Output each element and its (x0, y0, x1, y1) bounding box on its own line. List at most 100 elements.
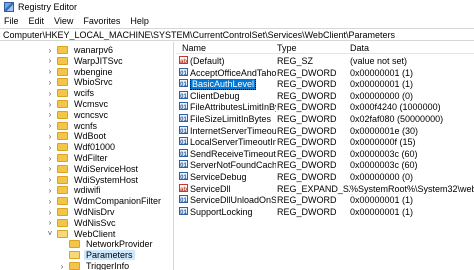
tree-item-label: WdiServiceHost (74, 163, 139, 174)
chevron-right-icon[interactable]: › (46, 132, 54, 141)
tree-item-label: WdiSystemHost (74, 174, 139, 185)
tree-item-label: TriggerInfo (86, 261, 130, 270)
menu-favorites[interactable]: Favorites (83, 16, 120, 26)
tree-item-label: wdiwifi (74, 185, 101, 196)
value-data: 0x00000000 (0) (350, 90, 414, 101)
tree-item-label: WbioSrvc (74, 77, 113, 88)
value-row[interactable]: 01ServiceDllUnloadOnStopREG_DWORD 0x00000… (176, 195, 474, 207)
key-tree: › wanarpv6 › WarpJITSvc › wbengine › WbioSrvc › w… (0, 42, 174, 270)
value-name: FileAttributesLimitInBytes (190, 102, 276, 113)
value-name: ClientDebug (190, 90, 240, 101)
value-name: ServiceDebug (190, 172, 247, 182)
binary-value-icon: 01 (179, 160, 188, 169)
chevron-right-icon[interactable]: › (46, 175, 54, 184)
menu-edit[interactable]: Edit (29, 16, 45, 26)
tree-item[interactable]: › TriggerInfo (58, 260, 131, 270)
value-data: (value not set) (350, 56, 408, 66)
tree-item-label: Parameters (84, 250, 135, 261)
tree-item-label: wcifs (74, 88, 94, 99)
value-name: FileSizeLimitInBytes (190, 114, 272, 124)
value-row[interactable]: ab (Default) REG_SZ (value not set) (176, 56, 474, 68)
value-type: REG_DWORD (277, 102, 337, 113)
chevron-right-icon[interactable]: › (46, 186, 54, 195)
binary-value-icon: 01 (179, 102, 188, 111)
menu-view[interactable]: View (54, 16, 73, 26)
tree-item-label: WebClient (74, 228, 116, 239)
window-title: Registry Editor (18, 2, 78, 12)
value-type: REG_DWORD (277, 67, 337, 78)
menu-file[interactable]: File (4, 16, 19, 26)
menu-help[interactable]: Help (130, 16, 149, 26)
folder-icon (57, 110, 68, 119)
chevron-right-icon[interactable]: › (46, 208, 54, 217)
chevron-down-icon[interactable]: ˅ (46, 229, 54, 238)
column-data[interactable]: Data (350, 43, 369, 53)
value-type: REG_DWORD (277, 79, 337, 90)
selected-value-name: BasicAuthLevel (190, 79, 257, 91)
value-row[interactable]: 01AcceptOfficeAndTahoe...REG_DWORD 0x0000… (176, 67, 474, 80)
chevron-right-icon[interactable]: › (58, 262, 66, 270)
value-type: REG_DWORD (277, 137, 337, 148)
chevron-right-icon[interactable]: › (46, 218, 54, 227)
value-data: 0x0000003c (60) (350, 148, 418, 159)
value-data: 0x000f4240 (1000000) (350, 102, 441, 113)
tree-item-label: WdmCompanionFilter (74, 196, 162, 207)
column-name[interactable]: Name (182, 43, 206, 53)
folder-icon (69, 251, 80, 260)
value-name: SendReceiveTimeoutInS... (190, 148, 276, 159)
chevron-right-icon[interactable]: › (46, 121, 54, 130)
value-type: REG_DWORD (277, 90, 337, 101)
binary-value-icon: 01 (179, 114, 188, 123)
value-row[interactable]: 01ServerNotFoundCacheL...REG_DWORD 0x0000… (176, 160, 474, 172)
value-type: REG_SZ (277, 56, 314, 66)
title-bar: Registry Editor (0, 0, 474, 14)
tree-item-label: WdFilter (74, 153, 108, 163)
tree-item-label: wcncsvc (74, 109, 109, 120)
chevron-right-icon[interactable]: › (46, 67, 54, 76)
address-bar[interactable]: Computer\HKEY_LOCAL_MACHINE\SYSTEM\Curre… (0, 28, 474, 41)
value-name: ServiceDll (190, 183, 231, 194)
folder-icon (57, 175, 68, 184)
folder-icon (57, 100, 68, 108)
chevron-right-icon[interactable]: › (46, 143, 54, 152)
value-row[interactable]: 01 ClientDebug REG_DWORD 0x00000000 (0) (176, 90, 474, 103)
value-row[interactable]: ab ServiceDll REG_EXPAND_SZ %SystemRoot%\Sy… (176, 183, 474, 196)
folder-icon (57, 121, 68, 130)
value-row[interactable]: 01SendReceiveTimeoutInS...REG_DWORD 0x000… (176, 148, 474, 161)
string-value-icon: ab (179, 183, 188, 193)
value-row[interactable]: 01 ServiceDebug REG_DWORD 0x00000000 (0) (176, 172, 474, 184)
value-row[interactable]: 01 BasicAuthLevel REG_DWORD 0x00000001 (1) (176, 79, 474, 91)
tree-item-label: WdNisSvc (74, 217, 116, 228)
tree-item-label: WdBoot (74, 131, 107, 142)
chevron-right-icon[interactable]: › (46, 197, 54, 206)
value-data: 0x00000001 (1) (350, 79, 414, 90)
tree-item-label: NetworkProvider (86, 239, 153, 250)
chevron-right-icon[interactable]: › (46, 110, 54, 119)
value-data: 0x0000003c (60) (350, 160, 418, 171)
chevron-right-icon[interactable]: › (46, 78, 54, 87)
binary-value-icon: 01 (179, 148, 188, 158)
value-data: 0x00000001 (1) (350, 67, 414, 78)
chevron-right-icon[interactable]: › (46, 46, 54, 55)
chevron-right-icon[interactable]: › (46, 164, 54, 173)
value-name: ServiceDllUnloadOnStop (190, 195, 276, 206)
chevron-right-icon[interactable]: › (46, 100, 54, 109)
folder-icon (57, 208, 68, 216)
value-name: ServerNotFoundCacheL... (190, 160, 276, 171)
value-type: REG_DWORD (277, 148, 337, 159)
value-row[interactable]: 01 SupportLocking REG_DWORD 0x00000001 (1) (176, 206, 474, 219)
value-row[interactable]: 01LocalServerTimeoutInSecREG_DWORD 0x0000… (176, 137, 474, 149)
folder-icon (57, 186, 68, 195)
value-row[interactable]: 01FileAttributesLimitInBytesREG_DWORD 0x0… (176, 102, 474, 114)
value-row[interactable]: 01 FileSizeLimitInBytes REG_DWORD 0x02faf08… (176, 114, 474, 126)
value-type: REG_DWORD (277, 195, 337, 206)
chevron-right-icon[interactable]: › (46, 56, 54, 65)
value-type: REG_DWORD (277, 114, 337, 124)
column-type[interactable]: Type (277, 43, 297, 53)
chevron-right-icon[interactable]: › (46, 154, 54, 163)
value-data: %SystemRoot%\System32\webclnt.dll (350, 183, 474, 194)
menu-bar: File Edit View Favorites Help (0, 14, 474, 27)
chevron-right-icon[interactable]: › (46, 89, 54, 98)
value-data: 0x0000001e (30) (350, 125, 419, 136)
value-row[interactable]: 01InternetServerTimeoutI...REG_DWORD 0x00… (176, 125, 474, 138)
